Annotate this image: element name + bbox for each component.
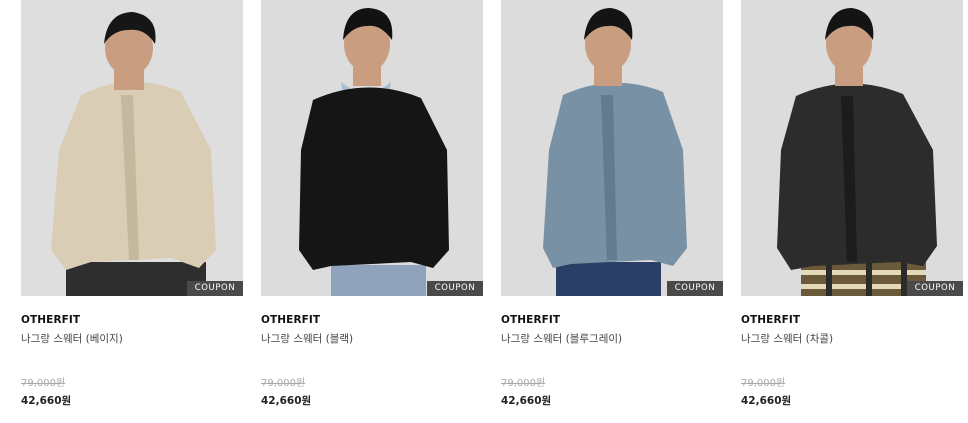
product-image[interactable]: COUPON — [501, 0, 723, 296]
model-photo-icon — [261, 0, 483, 296]
coupon-badge: COUPON — [427, 281, 483, 296]
sale-price: 42,660원 — [501, 395, 552, 407]
product-image[interactable]: COUPON — [21, 0, 243, 296]
coupon-badge: COUPON — [187, 281, 243, 296]
product-card[interactable]: COUPON OTHERFIT 나그랑 스웨터 (베이지) 79,000원 42… — [21, 0, 243, 423]
original-price: 79,000원 — [741, 378, 786, 389]
model-photo-icon — [741, 0, 963, 296]
product-image[interactable]: COUPON — [261, 0, 483, 296]
product-name[interactable]: 나그랑 스웨터 (차콜) — [741, 331, 833, 346]
product-name[interactable]: 나그랑 스웨터 (베이지) — [21, 331, 123, 346]
model-photo-icon — [21, 0, 243, 296]
sale-price: 42,660원 — [21, 395, 72, 407]
product-card[interactable]: COUPON OTHERFIT 나그랑 스웨터 (블루그레이) 79,000원 … — [501, 0, 723, 423]
product-card[interactable]: COUPON OTHERFIT 나그랑 스웨터 (블랙) 79,000원 42,… — [261, 0, 483, 423]
coupon-badge: COUPON — [667, 281, 723, 296]
original-price: 79,000원 — [261, 378, 306, 389]
product-grid: COUPON OTHERFIT 나그랑 스웨터 (베이지) 79,000원 42… — [21, 0, 965, 423]
product-card[interactable]: COUPON OTHERFIT 나그랑 스웨터 (차콜) 79,000원 42,… — [741, 0, 963, 423]
brand-name: OTHERFIT — [21, 314, 81, 326]
product-name[interactable]: 나그랑 스웨터 (블랙) — [261, 331, 353, 346]
coupon-badge: COUPON — [907, 281, 963, 296]
product-image[interactable]: COUPON — [741, 0, 963, 296]
sale-price: 42,660원 — [261, 395, 312, 407]
brand-name: OTHERFIT — [501, 314, 561, 326]
brand-name: OTHERFIT — [741, 314, 801, 326]
product-name[interactable]: 나그랑 스웨터 (블루그레이) — [501, 331, 622, 346]
original-price: 79,000원 — [501, 378, 546, 389]
sale-price: 42,660원 — [741, 395, 792, 407]
original-price: 79,000원 — [21, 378, 66, 389]
model-photo-icon — [501, 0, 723, 296]
brand-name: OTHERFIT — [261, 314, 321, 326]
